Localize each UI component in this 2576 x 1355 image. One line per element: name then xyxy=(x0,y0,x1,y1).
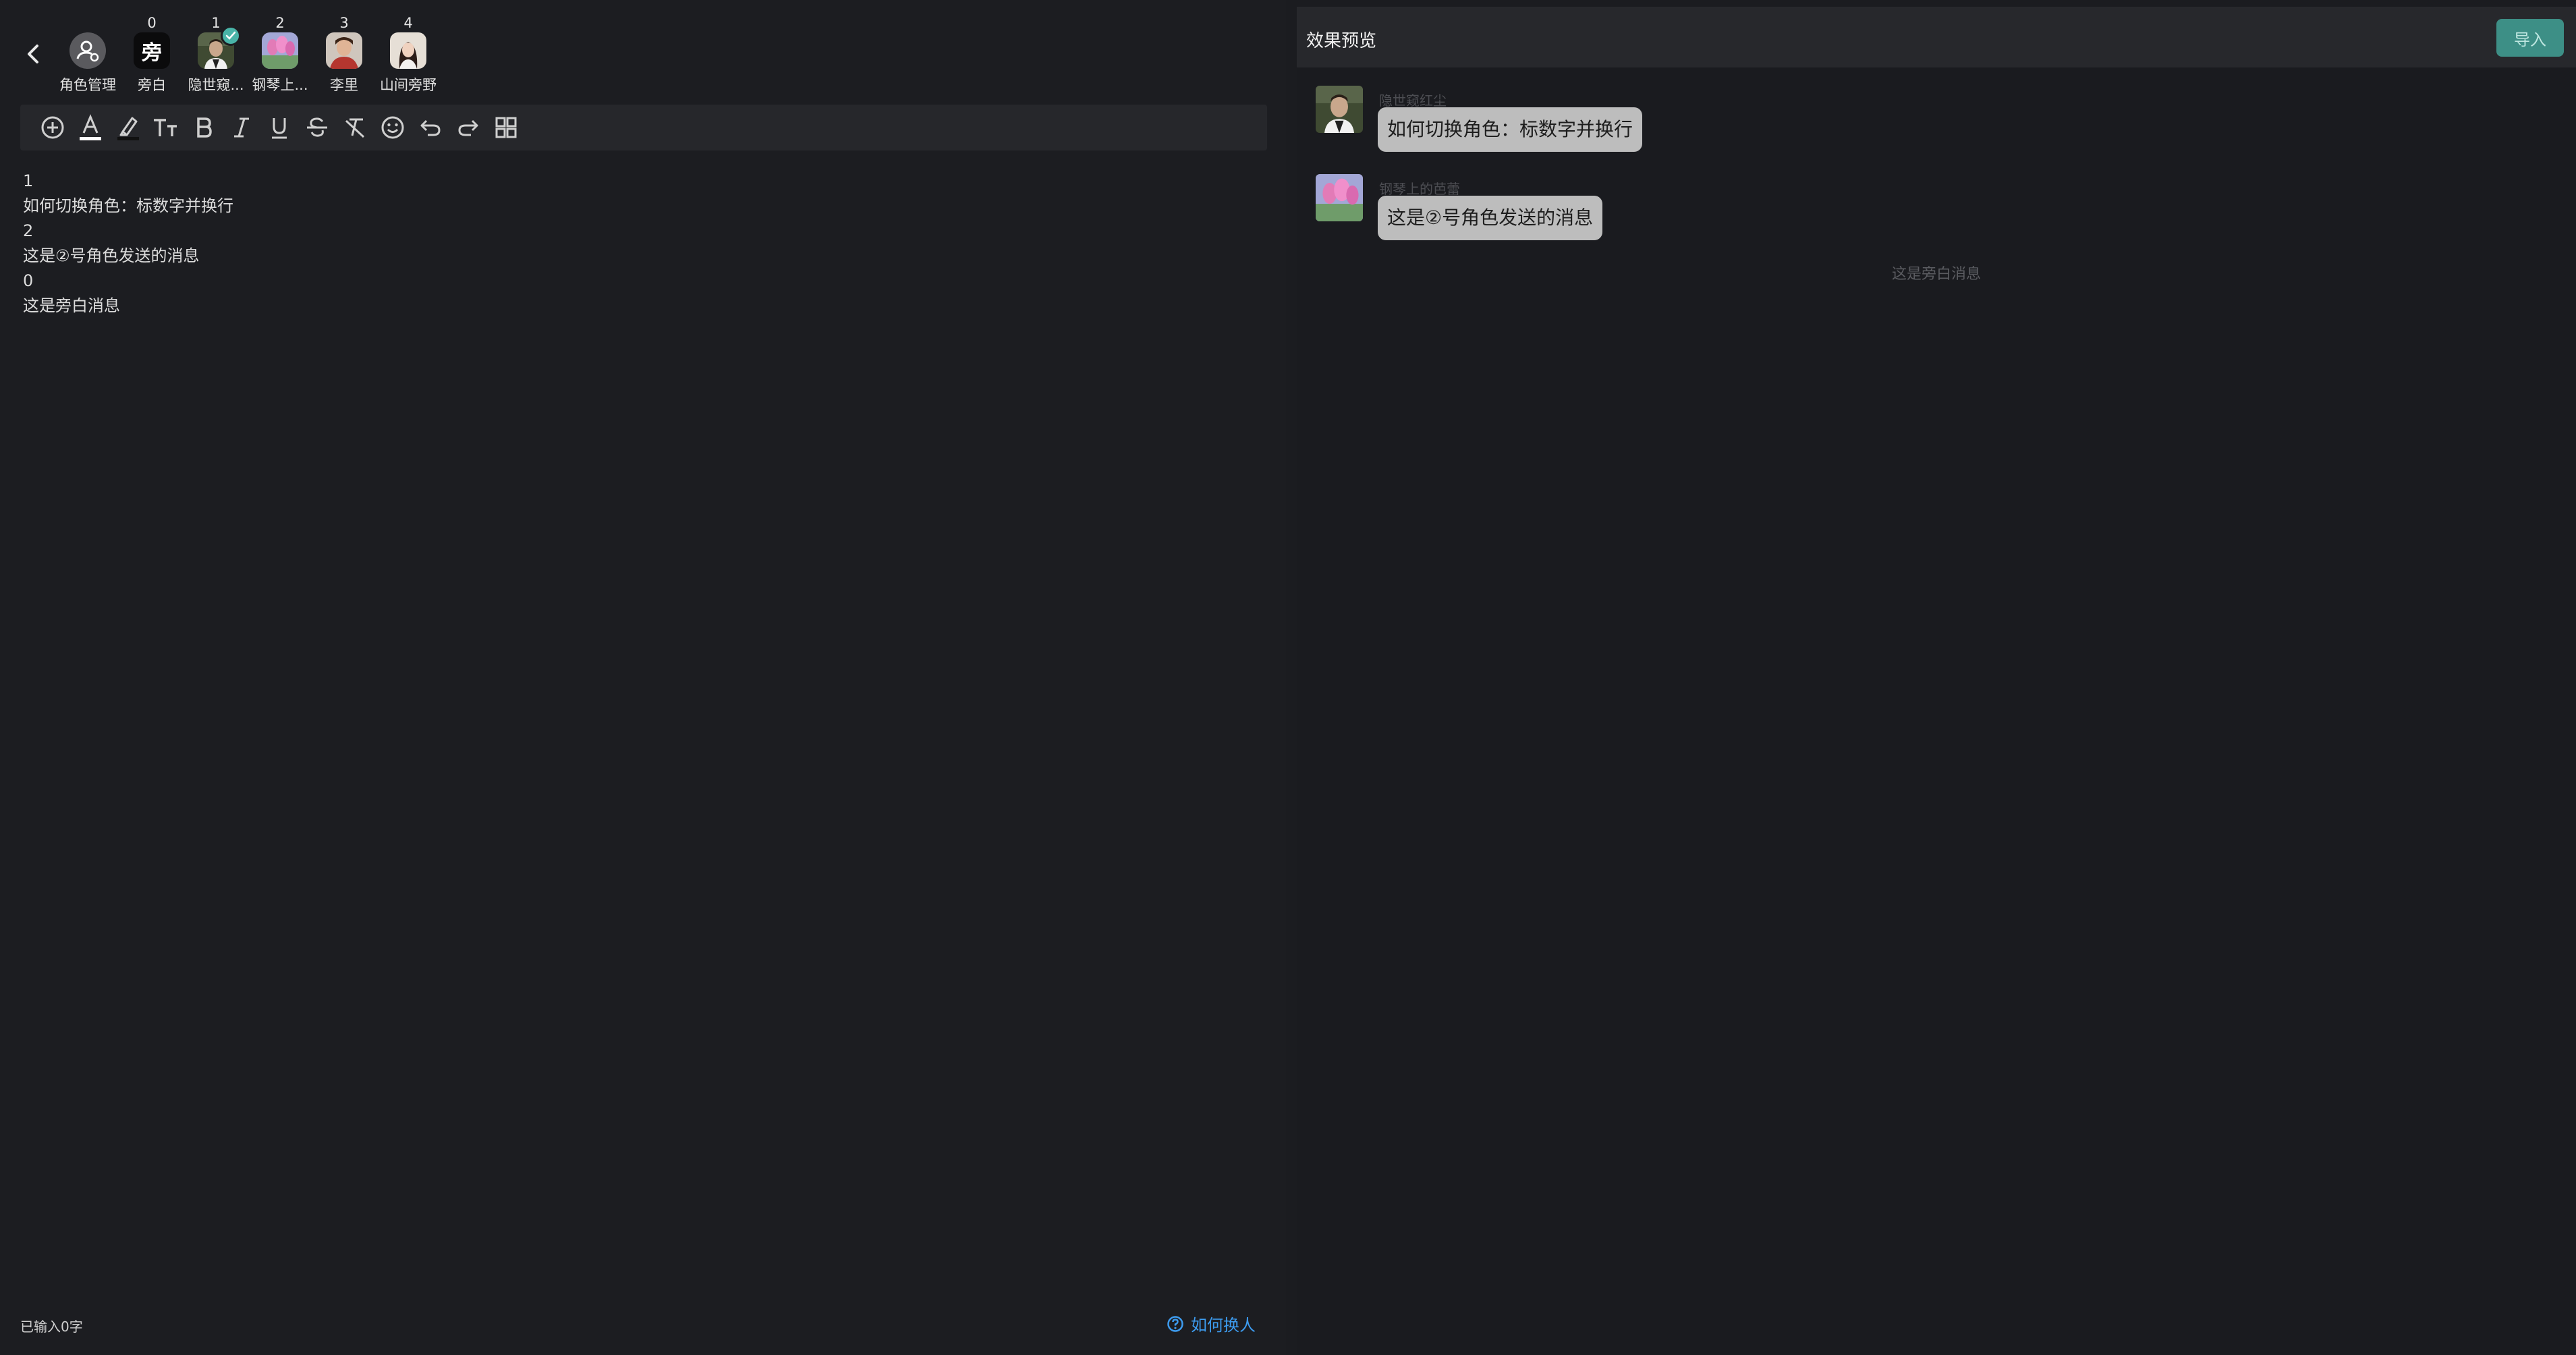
chevron-left-icon xyxy=(28,45,38,63)
strikethrough-icon[interactable] xyxy=(301,111,333,144)
check-icon xyxy=(221,26,241,46)
avatar xyxy=(1316,86,1363,133)
narration-message: 这是旁白消息 xyxy=(1891,266,1981,283)
editor-textarea[interactable]: 1 如何切换角色：标数字并换行 2 这是②号角色发送的消息 0 这是旁白消息 xyxy=(23,169,1264,319)
bold-icon[interactable] xyxy=(188,111,220,144)
grid-icon[interactable] xyxy=(490,111,522,144)
editor-line: 0 xyxy=(23,271,34,290)
underline-icon[interactable] xyxy=(263,111,296,144)
role-label: 隐世窥... xyxy=(188,77,244,93)
font-size-icon[interactable] xyxy=(150,111,182,144)
narrator-avatar: 旁 xyxy=(134,32,170,69)
editor-panel: 角色管理 0 旁 旁白 1 隐世窥... 2 钢琴上... 3 李里 4 山间旁… xyxy=(0,0,1286,1355)
back-button[interactable] xyxy=(19,39,49,69)
role-number: 1 xyxy=(211,15,221,31)
sender-name: 隐世窥红尘 xyxy=(1379,92,1447,109)
role-number: 4 xyxy=(403,15,413,31)
import-button[interactable]: 导入 xyxy=(2496,19,2564,57)
clear-format-icon[interactable] xyxy=(339,111,371,144)
help-link[interactable]: 如何换人 xyxy=(1167,1312,1256,1335)
redo-icon[interactable] xyxy=(452,111,484,144)
char-count: 已输入0字 xyxy=(20,1319,83,1335)
role-label: 李里 xyxy=(330,77,358,93)
avatar xyxy=(262,32,298,69)
role-4[interactable]: 4 山间旁野 xyxy=(376,13,441,94)
role-manager[interactable]: 角色管理 xyxy=(55,13,120,94)
role-label: 旁白 xyxy=(138,77,166,93)
highlight-icon[interactable] xyxy=(112,111,144,144)
role-label: 角色管理 xyxy=(59,77,116,93)
editor-line: 1 xyxy=(23,171,34,190)
format-toolbar xyxy=(20,105,1267,150)
editor-line: 如何切换角色：标数字并换行 xyxy=(23,196,233,215)
preview-header: 效果预览 导入 xyxy=(1297,7,2576,67)
role-3[interactable]: 3 李里 xyxy=(312,13,376,94)
message-bubble: 如何切换角色：标数字并换行 xyxy=(1378,107,1643,152)
sender-name: 钢琴上的芭蕾 xyxy=(1379,181,1460,197)
editor-line: 2 xyxy=(23,221,34,240)
role-number: 0 xyxy=(147,15,157,31)
role-narrator[interactable]: 0 旁 旁白 xyxy=(119,13,184,94)
avatar xyxy=(326,32,362,69)
help-link-label: 如何换人 xyxy=(1191,1316,1256,1335)
message-bubble: 这是②号角色发送的消息 xyxy=(1378,196,1603,240)
role-2[interactable]: 2 钢琴上... xyxy=(248,13,312,94)
font-color-icon[interactable] xyxy=(74,111,107,144)
preview-panel: 效果预览 导入 隐世窥红尘 如何切换角色：标数字并换行 钢琴上的芭蕾 这是②号角… xyxy=(1297,7,2576,1355)
add-icon[interactable] xyxy=(36,111,69,144)
question-circle-icon xyxy=(1167,1315,1183,1332)
user-gear-icon xyxy=(69,32,106,69)
role-number: 3 xyxy=(339,15,349,31)
italic-icon[interactable] xyxy=(225,111,258,144)
emoji-icon[interactable] xyxy=(376,111,409,144)
role-label: 钢琴上... xyxy=(252,77,308,93)
role-number: 2 xyxy=(275,15,285,31)
avatar xyxy=(390,32,426,69)
avatar xyxy=(1316,174,1363,221)
role-1[interactable]: 1 隐世窥... xyxy=(184,13,248,94)
role-label: 山间旁野 xyxy=(380,77,437,93)
undo-icon[interactable] xyxy=(414,111,447,144)
preview-title: 效果预览 xyxy=(1306,31,1377,51)
editor-line: 这是旁白消息 xyxy=(23,296,120,315)
editor-line: 这是②号角色发送的消息 xyxy=(23,246,200,265)
